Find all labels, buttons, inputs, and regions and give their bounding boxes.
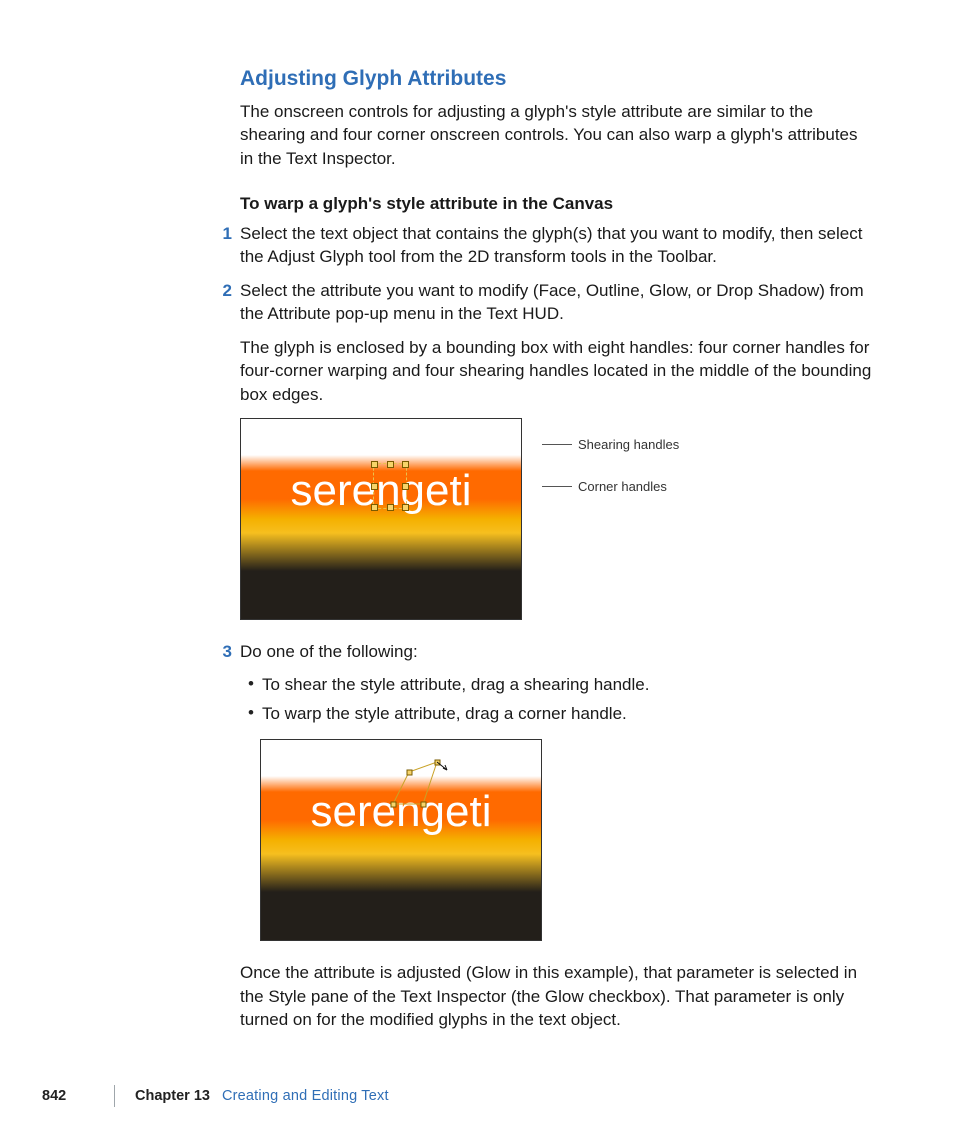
outro-paragraph: Once the attribute is adjusted (Glow in …	[240, 961, 874, 1031]
shearing-handle-icon	[371, 483, 378, 490]
corner-handle-icon	[402, 504, 409, 511]
footer-divider-icon	[114, 1085, 115, 1107]
bullet-shear: To shear the style attribute, drag a she…	[240, 673, 874, 696]
step-2-followup: The glyph is enclosed by a bounding box …	[240, 336, 874, 406]
label-shearing-handles: Shearing handles	[578, 436, 679, 454]
step-3: 3 Do one of the following:	[240, 640, 874, 663]
corner-handle-icon	[402, 461, 409, 468]
corner-handle-icon	[371, 504, 378, 511]
shearing-handle-icon	[387, 461, 394, 468]
chapter-title: Creating and Editing Text	[222, 1086, 389, 1106]
shearing-handle-icon	[387, 504, 394, 511]
corner-handle-icon	[371, 461, 378, 468]
shearing-handle-icon	[402, 483, 409, 490]
leader-line-icon	[542, 444, 572, 445]
glyph-bounding-box	[373, 463, 407, 509]
label-corner-handles: Corner handles	[578, 478, 667, 496]
glyph-warped-box	[379, 760, 443, 824]
intro-paragraph: The onscreen controls for adjusting a gl…	[240, 100, 874, 170]
step-number: 1	[208, 222, 232, 245]
step-text: Select the attribute you want to modify …	[240, 281, 864, 323]
figure-glyph-bounding-box: serengeti Shearing handles Corner handle…	[240, 418, 874, 620]
figure-glyph-warped: serengeti	[260, 739, 874, 941]
canvas-preview: serengeti	[240, 418, 522, 620]
leader-line-icon	[542, 486, 572, 487]
task-heading: To warp a glyph's style attribute in the…	[240, 192, 874, 215]
canvas-preview: serengeti	[260, 739, 542, 941]
bullet-warp: To warp the style attribute, drag a corn…	[240, 702, 874, 725]
step-text: Select the text object that contains the…	[240, 224, 862, 266]
chapter-label: Chapter 13	[135, 1086, 210, 1106]
page-footer: 842 Chapter 13 Creating and Editing Text	[0, 1085, 954, 1107]
step-number: 3	[208, 640, 232, 663]
page-number: 842	[0, 1086, 114, 1106]
step-3-options: To shear the style attribute, drag a she…	[240, 673, 874, 725]
figure-labels: Shearing handles Corner handles	[542, 418, 679, 520]
section-heading: Adjusting Glyph Attributes	[240, 65, 874, 94]
step-1: 1 Select the text object that contains t…	[240, 222, 874, 269]
step-2: 2 Select the attribute you want to modif…	[240, 279, 874, 326]
step-number: 2	[208, 279, 232, 302]
step-text: Do one of the following:	[240, 642, 418, 661]
